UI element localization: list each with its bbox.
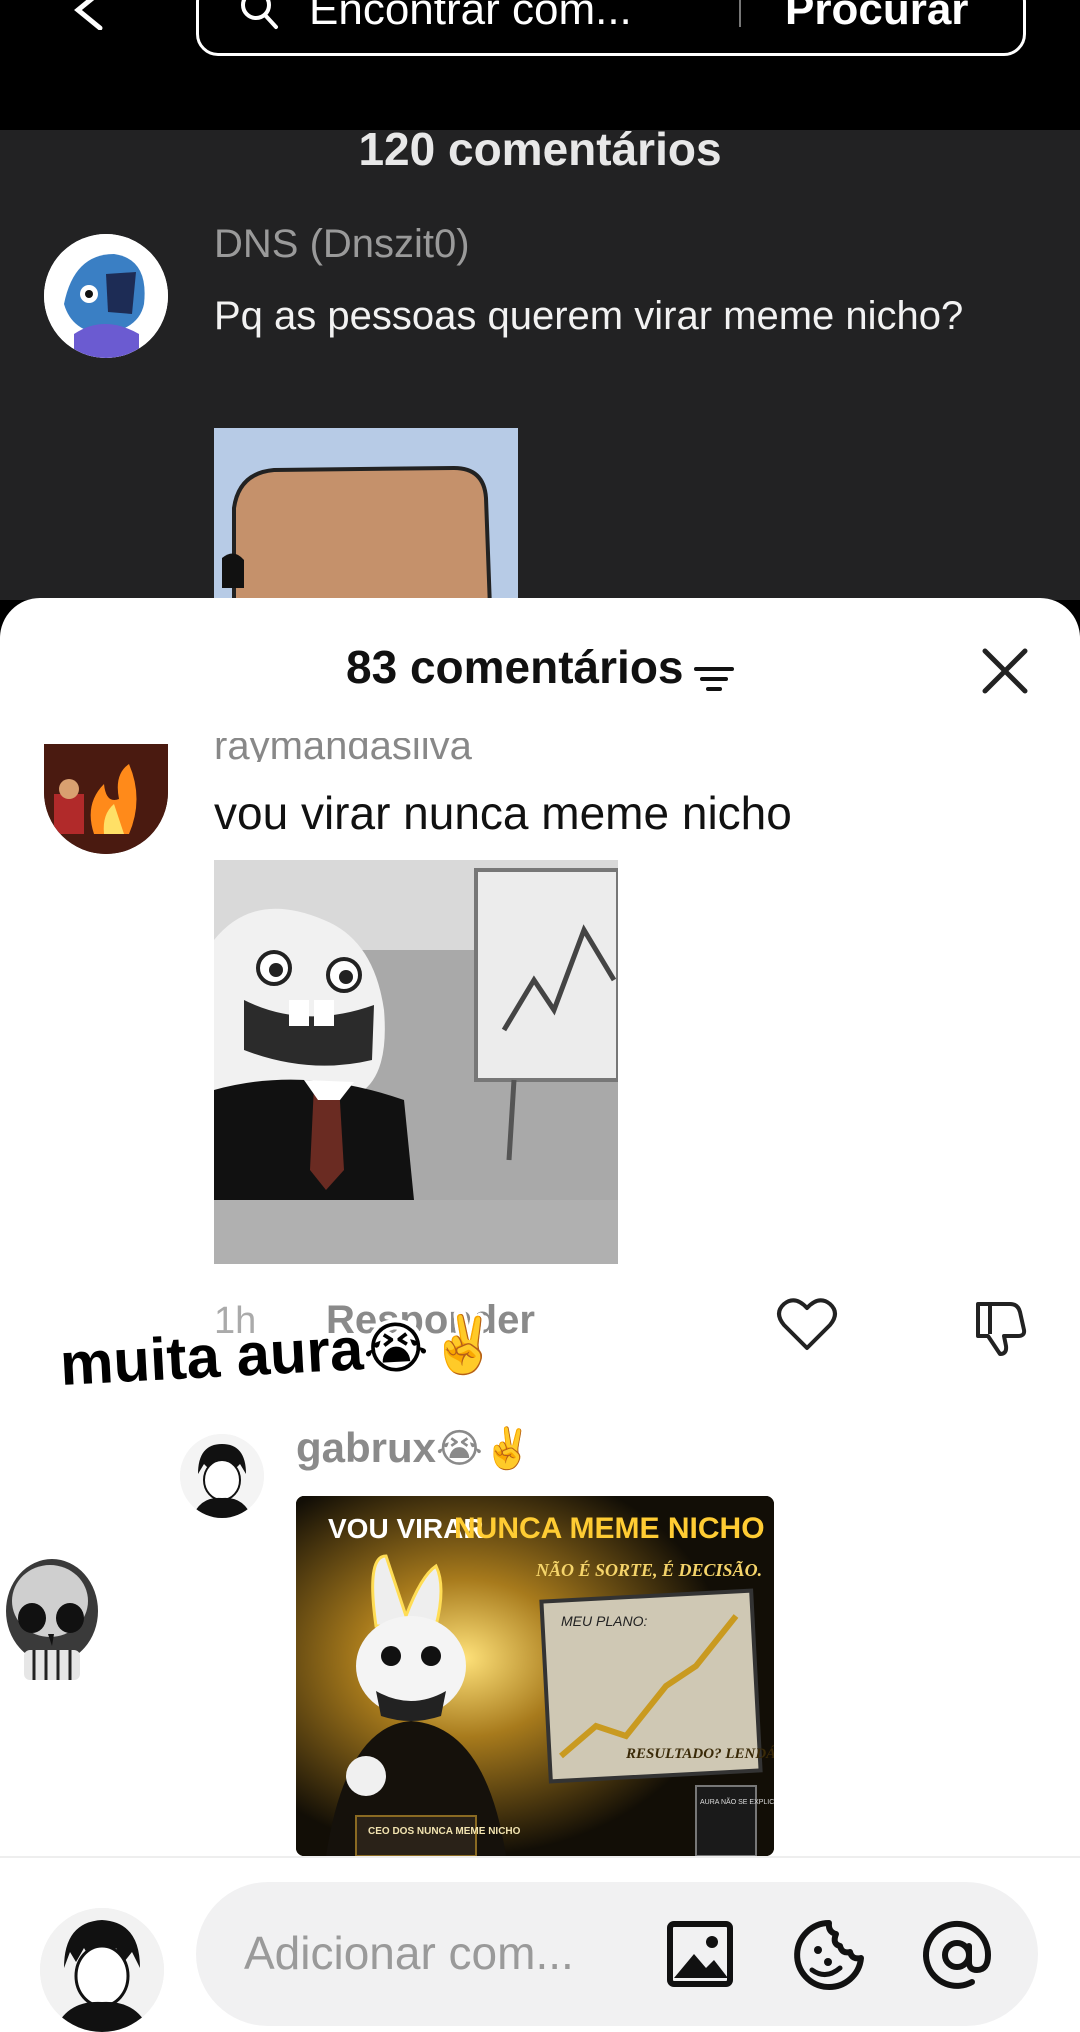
avatar[interactable] [180,1434,264,1518]
search-box[interactable]: Encontrar com... Procurar [196,0,1026,56]
background-comments-panel [0,130,1080,600]
back-arrow-icon[interactable] [70,0,110,30]
username-emoji: 😭✌️ [436,1427,533,1471]
top-bar: Encontrar com... Procurar [0,0,1080,130]
avatar-image [40,1908,164,2032]
comment-username-text: gabrux [296,1424,437,1471]
emoji-icon[interactable] [792,1918,866,1992]
comment-image-art [214,428,518,608]
thumbs-down-icon[interactable] [970,1298,1032,1356]
search-icon [241,0,278,29]
comment-username[interactable]: raymandasilva [214,738,472,762]
meme-mug-text: AURA NÃO SE EXPLICA [700,1797,774,1806]
comments-count-title: 83 comentários [346,641,684,693]
meme-headline-b: NUNCA MEME NICHO [454,1512,765,1545]
avatar-image [180,1434,264,1518]
sort-filter-icon[interactable] [693,664,734,694]
comment-username[interactable]: gabrux😭✌️ [296,1424,533,1472]
my-avatar[interactable] [40,1908,164,2032]
overlay-caption-emoji: 😭✌️ [361,1311,500,1382]
comment-input-bar: Adicionar com... [0,1856,1080,2032]
comment-input[interactable]: Adicionar com... [196,1882,1038,2026]
background-comments-count: 120 comentários [358,123,722,175]
comments-sheet: 83 comentários raymandasilva vou virar n… [0,598,1080,2032]
comment-image-art: VOU VIRAR NUNCA MEME NICHO NÃO É SORTE, … [296,1496,774,1856]
avatar[interactable] [44,234,168,358]
comment-text: vou virar nunca meme nicho [214,787,792,839]
avatar-image [44,744,168,854]
heart-icon[interactable] [776,1296,838,1354]
sheet-header: 83 comentários [0,640,1080,704]
avatar[interactable] [44,744,168,854]
avatar-image [44,234,168,358]
image-icon[interactable] [666,1920,734,1988]
comment-image[interactable] [214,428,518,608]
comment-image-art [214,860,618,1264]
skull-sticker [6,1559,98,1680]
close-icon[interactable] [980,646,1030,696]
meme-result: RESULTADO? LENDÁRIO. [625,1745,774,1762]
comment-text: Pq as pessoas querem virar meme nicho? [214,294,964,338]
comment-input-placeholder: Adicionar com... [244,1927,574,1979]
search-input[interactable]: Encontrar com... [309,0,632,35]
video-caption-overlay: muita aura😭✌️ [58,1307,500,1399]
meme-subtitle: NÃO É SORTE, É DECISÃO. [535,1559,762,1580]
search-button[interactable]: Procurar [785,0,968,35]
search-divider [739,0,741,27]
meme-ceo-plaque: CEO DOS NUNCA MEME NICHO [368,1826,521,1837]
comment-image[interactable] [214,860,618,1264]
comment-image[interactable]: VOU VIRAR NUNCA MEME NICHO NÃO É SORTE, … [296,1496,774,1856]
meme-plan-title: MEU PLANO: [561,1613,647,1629]
comment-username[interactable]: DNS (Dnszit0) [214,222,470,267]
mention-icon[interactable] [920,1918,994,1992]
overlay-caption-text: muita aura [58,1315,365,1398]
